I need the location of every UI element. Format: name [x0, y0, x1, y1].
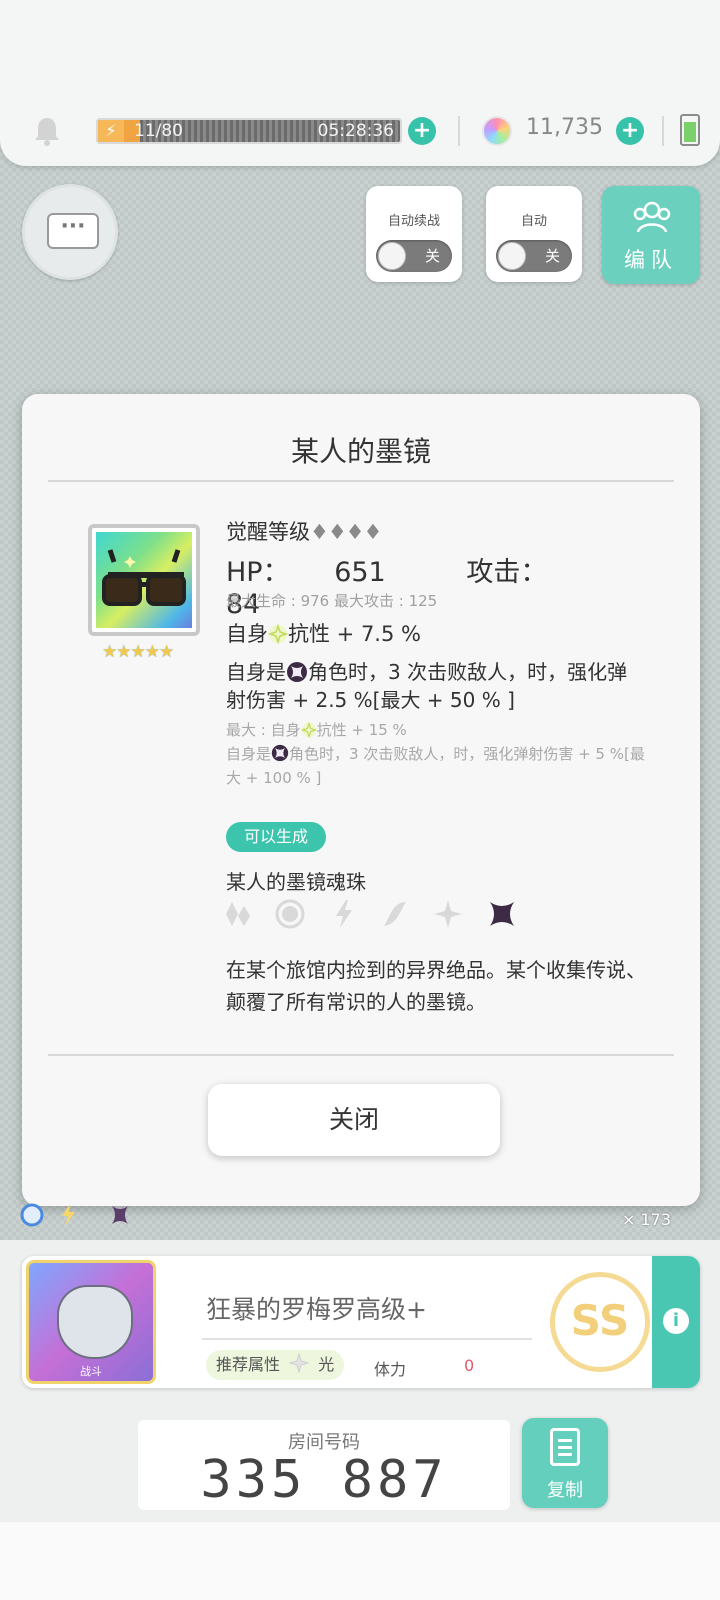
toggle-state: 关 — [544, 247, 560, 265]
wind-icon — [384, 902, 406, 926]
lightning-icon: ⚡ — [98, 120, 124, 142]
battery-icon — [680, 114, 700, 146]
auto-toggle-card[interactable]: 自动 关 — [486, 186, 582, 282]
divider — [202, 1338, 532, 1340]
boss-tag: 战斗 — [80, 1365, 102, 1378]
auto-toggle[interactable]: 关 — [496, 240, 572, 272]
attack-label: 攻击： — [466, 557, 548, 588]
sunglasses-icon — [102, 549, 186, 606]
dark-element-icon — [287, 662, 307, 682]
recommended-label: 推荐属性 — [216, 1355, 281, 1374]
light-icon — [434, 900, 462, 928]
light-element-icon — [268, 624, 288, 644]
team-label: 编队 — [624, 248, 678, 272]
max-effect2-suffix: 角色时，3 次击败敌人，时，强化弹射伤害 + 5 %[最大 + 100 % ] — [226, 745, 645, 787]
bell-icon[interactable] — [30, 114, 64, 148]
boss-portrait: 战斗 — [26, 1260, 156, 1384]
boss-face-icon — [57, 1285, 133, 1359]
fire-icon — [226, 902, 250, 926]
gem-icon — [482, 116, 512, 146]
add-energy-button[interactable]: + — [408, 117, 436, 145]
auto-continue-toggle[interactable]: 关 — [376, 240, 452, 272]
divider — [48, 1054, 674, 1056]
toggle-state: 关 — [424, 247, 440, 265]
room-code-box: 房间号码 335 887 — [138, 1420, 510, 1510]
copy-label: 复制 — [547, 1480, 583, 1501]
light-element-icon — [289, 1353, 310, 1373]
hp-label: HP： — [226, 557, 290, 588]
rank-badge: SS — [550, 1272, 650, 1372]
quest-card[interactable]: 战斗 狂暴的罗梅罗高级+ 推荐属性 光 体力 0 SS i — [22, 1256, 700, 1388]
auto-continue-toggle-card[interactable]: 自动续战 关 — [366, 186, 462, 282]
max-effects: 最大 : 自身 抗性 + 15 % 自身是 角色时，3 次击败敌人，时，强化弹射伤害… — [226, 718, 646, 790]
team-icon — [633, 201, 671, 233]
copy-button[interactable]: 复制 — [522, 1418, 608, 1508]
quest-info-button[interactable]: i — [652, 1256, 700, 1388]
max-effect1: 最大 : 自身 抗性 + 15 % — [226, 718, 646, 742]
item-detail-dialog: 某人的墨镜 ★★★★★ 觉醒等级♦♦♦♦ HP： 651 攻击： 84 最大生命… — [22, 394, 700, 1206]
team-button[interactable]: 编队 — [602, 186, 700, 284]
close-button[interactable]: 关闭 — [208, 1084, 500, 1156]
item-portrait — [88, 524, 200, 636]
max-effect1-suffix: 抗性 + 15 % — [316, 721, 407, 739]
divider — [662, 116, 664, 146]
item-count: × 173 — [622, 1210, 672, 1229]
effect-resistance: 自身 抗性 + 7.5 % — [226, 618, 646, 648]
gem-count: 11,735 — [526, 115, 603, 140]
max-stats: 最大生命 : 976 最大攻击 : 125 — [226, 592, 438, 610]
max-effect2-prefix: 自身是 — [226, 745, 272, 763]
effect1-prefix: 自身 — [226, 622, 268, 646]
energy-bar: ⚡ 11/80 05:28:36 — [96, 118, 402, 144]
clipboard-icon — [550, 1428, 580, 1466]
soul-orb-name: 某人的墨镜魂珠 — [226, 870, 366, 894]
bottom-area — [0, 1522, 720, 1600]
thunder-icon — [336, 900, 352, 928]
max-effect2: 自身是 角色时，3 次击败敌人，时，强化弹射伤害 + 5 %[最大 + 100 %… — [226, 742, 646, 790]
water-icon — [275, 899, 305, 929]
dialog-title: 某人的墨镜 — [290, 435, 431, 468]
item-description: 在某个旅馆内捡到的异界绝品。某个收集传说、颠覆了所有常识的人的墨镜。 — [226, 958, 646, 1014]
max-effect1-prefix: 最大 : 自身 — [226, 721, 301, 739]
chat-bubble-icon: ··· — [47, 213, 99, 249]
awakening-diamonds: ♦♦♦♦ — [310, 520, 382, 544]
effect2-prefix: 自身是 — [226, 660, 286, 684]
divider — [48, 480, 674, 482]
rarity-stars: ★★★★★ — [102, 642, 174, 662]
recommended-element: 光 — [318, 1355, 335, 1374]
add-gem-button[interactable]: + — [616, 117, 644, 145]
element-indicators — [20, 1203, 128, 1227]
attribute-icons — [222, 898, 542, 938]
dark-element-icon — [271, 744, 289, 762]
dark-icon — [490, 902, 514, 926]
auto-continue-label: 自动续战 — [387, 214, 440, 229]
quest-title: 狂暴的罗梅罗高级+ — [206, 1295, 427, 1324]
toggle-knob — [498, 242, 526, 270]
stamina-value: 0 — [464, 1356, 475, 1375]
room-number: 335 887 — [200, 1450, 448, 1510]
awakening-level: 觉醒等级♦♦♦♦ — [226, 516, 646, 546]
light-element-icon — [300, 722, 317, 738]
divider — [458, 116, 460, 146]
can-generate-badge: 可以生成 — [226, 822, 327, 852]
effect1-suffix: 抗性 + 7.5 % — [288, 622, 421, 646]
energy-timer: 05:28:36 — [317, 121, 394, 141]
stamina-label: 体力 — [374, 1360, 407, 1379]
hp-stat: HP： 651 — [226, 557, 422, 588]
info-icon: i — [663, 1308, 689, 1334]
awakening-label: 觉醒等级 — [226, 520, 310, 544]
hp-value: 651 — [334, 557, 386, 588]
energy-count: 11/80 — [134, 121, 183, 141]
auto-label: 自动 — [520, 214, 547, 229]
effect-ricochet: 自身是 角色时，3 次击败敌人，时，强化弹射伤害 + 2.5 %[最大 + 50 … — [226, 658, 646, 714]
chat-button[interactable]: ··· — [22, 184, 118, 280]
toggle-knob — [378, 242, 406, 270]
recommended-attribute: 推荐属性 光 — [206, 1350, 345, 1380]
item-image — [96, 532, 192, 628]
